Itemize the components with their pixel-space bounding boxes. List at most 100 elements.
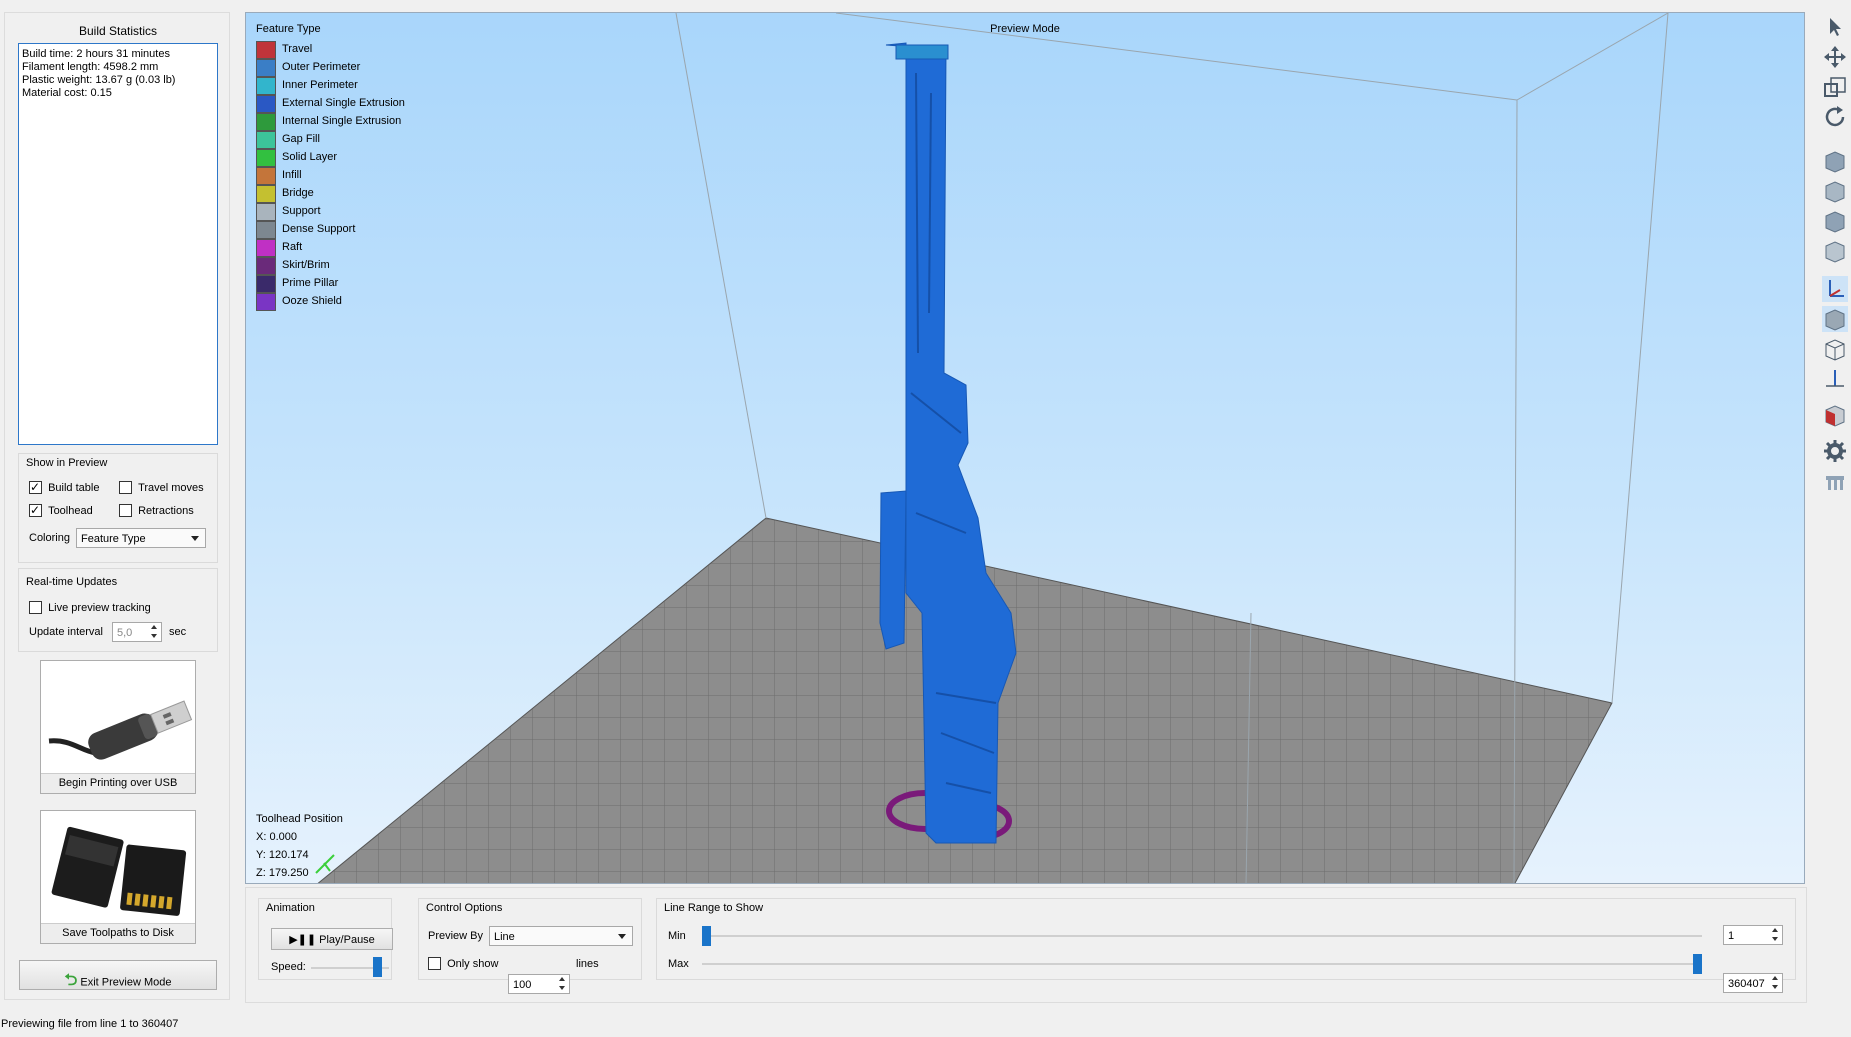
move-icon[interactable]: [1822, 44, 1848, 70]
legend-label: Inner Perimeter: [282, 79, 358, 91]
live-tracking-checkbox[interactable]: [29, 601, 42, 614]
max-slider-track[interactable]: [702, 963, 1702, 965]
legend-swatch: [256, 41, 276, 59]
legend-swatch: [256, 203, 276, 221]
view-iso-icon[interactable]: [1822, 238, 1848, 264]
legend-label: Bridge: [282, 187, 314, 199]
update-interval-spinbox[interactable]: 5,0: [112, 622, 162, 642]
axes-icon[interactable]: [1822, 276, 1848, 302]
min-slider-handle[interactable]: [702, 926, 711, 946]
exit-preview-label: Exit Preview Mode: [80, 976, 172, 989]
play-pause-button[interactable]: ▶❚❚ Play/Pause: [271, 928, 393, 950]
stat-line: Material cost: 0.15: [22, 87, 112, 99]
view-front-icon[interactable]: [1822, 148, 1848, 174]
legend-label: Internal Single Extrusion: [282, 115, 402, 127]
toolhead-z: Z: 179.250: [256, 867, 309, 879]
only-show-row[interactable]: Only show: [428, 957, 498, 970]
solid-view-icon[interactable]: [1822, 306, 1848, 332]
legend-label: Dense Support: [282, 223, 356, 235]
legend-label: Skirt/Brim: [282, 259, 330, 271]
chevron-down-icon: [191, 536, 199, 541]
legend-swatch: [256, 59, 276, 77]
spin-up-icon[interactable]: [559, 977, 565, 981]
cube-red-icon[interactable]: [1822, 402, 1848, 428]
legend-swatch: [256, 275, 276, 293]
scale-icon[interactable]: [1822, 74, 1848, 100]
legend-label: Gap Fill: [282, 133, 320, 145]
legend-label: Prime Pillar: [282, 277, 339, 289]
build-table-checkbox-row[interactable]: Build table: [29, 479, 100, 495]
min-line-spinbox[interactable]: 1: [1723, 925, 1783, 945]
only-show-spinbox[interactable]: 100: [508, 974, 570, 994]
spin-down-icon[interactable]: [151, 634, 157, 638]
settings-gear-icon[interactable]: [1822, 438, 1848, 464]
max-line-spinbox[interactable]: 360407: [1723, 973, 1783, 993]
toolhead-position-title: Toolhead Position: [256, 813, 343, 825]
coloring-select[interactable]: Feature Type: [76, 528, 206, 548]
travel-moves-checkbox[interactable]: [119, 481, 132, 494]
travel-moves-checkbox-row[interactable]: Travel moves: [119, 481, 204, 494]
exit-preview-button[interactable]: ⮌ Exit Preview Mode: [19, 960, 217, 990]
begin-printing-usb-button[interactable]: Begin Printing over USB: [40, 660, 196, 794]
retractions-label: Retractions: [138, 504, 194, 517]
spin-up-icon[interactable]: [1772, 976, 1778, 980]
axis-z-icon[interactable]: [1822, 366, 1848, 392]
spin-down-icon[interactable]: [1772, 937, 1778, 941]
save-toolpaths-button[interactable]: Save Toolpaths to Disk: [40, 810, 196, 944]
preview-by-value: Line: [494, 931, 515, 943]
only-show-label: Only show: [447, 957, 499, 970]
view-top-icon[interactable]: [1822, 178, 1848, 204]
retractions-checkbox-row[interactable]: Retractions: [119, 504, 194, 517]
live-tracking-label: Live preview tracking: [48, 601, 151, 614]
play-pause-label: Play/Pause: [319, 934, 375, 946]
spin-down-icon[interactable]: [1772, 985, 1778, 989]
bottom-controls: Animation ▶❚❚ Play/Pause Speed: Control …: [245, 887, 1807, 1003]
preview-by-select[interactable]: Line: [489, 926, 633, 946]
sd-card-icon: [51, 826, 187, 916]
build-table-checkbox[interactable]: [29, 479, 42, 495]
play-pause-icon: ▶❚❚: [289, 934, 317, 946]
legend-label: Solid Layer: [282, 151, 338, 163]
max-label: Max: [668, 958, 689, 970]
wireframe-icon[interactable]: [1822, 336, 1848, 362]
legend-label: Travel: [282, 43, 313, 55]
only-show-checkbox[interactable]: [428, 957, 441, 970]
legend-label: Outer Perimeter: [282, 61, 361, 73]
view-side-icon[interactable]: [1822, 208, 1848, 234]
legend-swatch: [256, 239, 276, 257]
bed-icon[interactable]: [1822, 468, 1848, 494]
rotate-icon[interactable]: [1822, 104, 1848, 130]
toolhead-checkbox-row[interactable]: Toolhead: [29, 502, 93, 518]
update-interval-unit: sec: [169, 626, 187, 638]
spin-down-icon[interactable]: [559, 986, 565, 990]
legend-label: External Single Extrusion: [282, 97, 405, 109]
toolhead-checkbox[interactable]: [29, 502, 42, 518]
min-slider-track[interactable]: [702, 935, 1702, 937]
legend-label: Infill: [282, 169, 302, 181]
select-arrow-icon[interactable]: [1822, 14, 1848, 40]
back-arrow-icon: ⮌: [64, 972, 78, 989]
build-table-label: Build table: [48, 481, 100, 494]
coloring-select-value: Feature Type: [81, 533, 146, 545]
3d-viewport[interactable]: Feature Type Preview Mode Travel Outer Pe…: [245, 12, 1805, 884]
toolhead-y: Y: 120.174: [256, 849, 309, 861]
legend-swatch: [256, 131, 276, 149]
animation-group: Animation ▶❚❚ Play/Pause Speed:: [258, 898, 393, 980]
spin-up-icon[interactable]: [1772, 928, 1778, 932]
chevron-down-icon: [618, 934, 626, 939]
update-interval-value: 5,0: [117, 627, 133, 639]
min-line-value: 1: [1728, 930, 1735, 942]
status-bar: Previewing file from line 1 to 360407: [1, 1018, 179, 1030]
spin-up-icon[interactable]: [151, 625, 157, 629]
max-slider-handle[interactable]: [1693, 954, 1702, 974]
stat-line: Build time: 2 hours 31 minutes: [22, 48, 170, 60]
control-options-group: Control Options Preview By Line Only sho…: [418, 898, 642, 994]
legend-swatch: [256, 149, 276, 167]
show-in-preview-group: Show in Preview Build table Travel moves…: [18, 453, 218, 563]
update-interval-label: Update interval: [29, 626, 103, 638]
animation-title: Animation: [266, 902, 315, 914]
live-tracking-row[interactable]: Live preview tracking: [29, 601, 151, 614]
retractions-checkbox[interactable]: [119, 504, 132, 517]
speed-slider-handle[interactable]: [373, 957, 383, 977]
lines-label: lines: [576, 958, 599, 970]
